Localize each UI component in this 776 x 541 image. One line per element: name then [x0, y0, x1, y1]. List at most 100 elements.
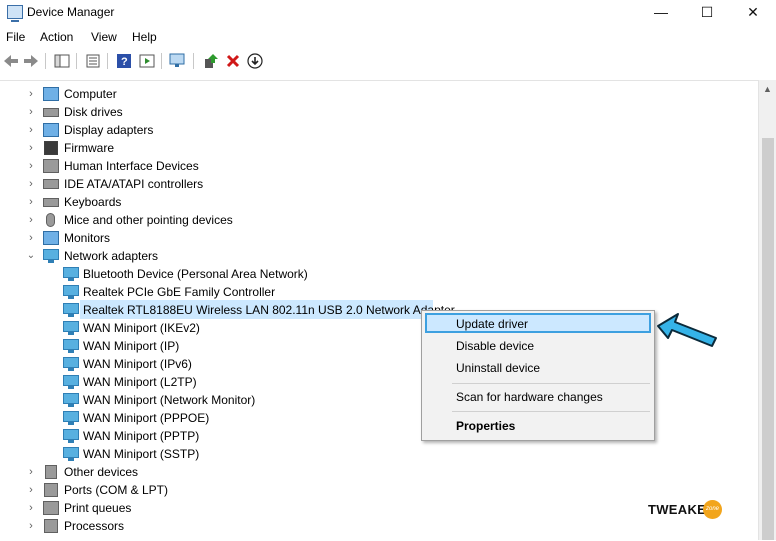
context-menu: Update driver Disable device Uninstall d… — [421, 310, 655, 441]
tree-category-computer[interactable]: › Computer — [0, 85, 400, 103]
tree-category-ports[interactable]: › Ports (COM & LPT) — [0, 481, 400, 499]
action-pane-icon[interactable] — [138, 52, 156, 70]
window-title: Device Manager — [27, 5, 115, 19]
tree-category-label: Firmware — [64, 141, 114, 155]
device-label: WAN Miniport (PPTP) — [83, 429, 200, 443]
menu-file[interactable]: File — [6, 30, 25, 44]
expand-arrow-icon[interactable]: › — [26, 157, 36, 175]
menu-update-driver[interactable]: Update driver — [422, 313, 654, 335]
tree-category-network-adapters[interactable]: ⌄ Network adapters — [0, 247, 400, 265]
tree-category-print-queues[interactable]: › Print queues — [0, 499, 400, 517]
tree-category-label: Network adapters — [64, 249, 159, 263]
expand-arrow-icon[interactable]: › — [26, 481, 36, 499]
mouse-icon — [46, 213, 55, 227]
network-adapter-item[interactable]: WAN Miniport (Network Monitor) — [0, 391, 420, 409]
tree-category-monitors[interactable]: › Monitors — [0, 229, 400, 247]
device-label: WAN Miniport (SSTP) — [83, 447, 200, 461]
device-label: Realtek RTL8188EU Wireless LAN 802.11n U… — [83, 303, 455, 317]
device-label: WAN Miniport (IP) — [83, 339, 180, 353]
network-adapter-icon — [63, 429, 79, 443]
menu-help[interactable]: Help — [132, 30, 157, 44]
network-adapter-item[interactable]: WAN Miniport (IKEv2) — [0, 319, 420, 337]
processor-icon — [44, 519, 58, 533]
collapse-arrow-icon[interactable]: ⌄ — [26, 247, 36, 265]
tree-category-hid[interactable]: › Human Interface Devices — [0, 157, 400, 175]
network-adapter-icon — [63, 321, 79, 335]
console-tree-icon[interactable] — [53, 52, 71, 70]
menu-action[interactable]: Action — [40, 30, 73, 44]
pointer-arrow-icon — [657, 313, 717, 347]
uninstall-icon[interactable] — [224, 52, 242, 70]
network-adapter-item[interactable]: Bluetooth Device (Personal Area Network) — [0, 265, 420, 283]
title-bar: Device Manager — ☐ ✕ — [0, 0, 776, 26]
ide-controller-icon — [43, 179, 59, 189]
help-icon[interactable]: ? — [115, 52, 133, 70]
network-adapter-item-selected[interactable]: Realtek RTL8188EU Wireless LAN 802.11n U… — [0, 301, 455, 319]
toolbar: ? — [0, 49, 776, 73]
network-adapter-item[interactable]: WAN Miniport (PPPOE) — [0, 409, 420, 427]
tree-category-ide[interactable]: › IDE ATA/ATAPI controllers — [0, 175, 400, 193]
tree-category-keyboards[interactable]: › Keyboards — [0, 193, 400, 211]
menu-view[interactable]: View — [91, 30, 117, 44]
expand-arrow-icon[interactable]: › — [26, 103, 36, 121]
menu-scan-hardware[interactable]: Scan for hardware changes — [422, 386, 654, 408]
network-adapter-item[interactable]: WAN Miniport (IPv6) — [0, 355, 420, 373]
tree-category-display-adapters[interactable]: › Display adapters — [0, 121, 400, 139]
network-adapter-item[interactable]: WAN Miniport (SSTP) — [0, 445, 420, 463]
menu-disable-device[interactable]: Disable device — [422, 335, 654, 357]
properties-icon[interactable] — [84, 52, 102, 70]
expand-arrow-icon[interactable]: › — [26, 139, 36, 157]
device-label: WAN Miniport (PPPOE) — [83, 411, 210, 425]
close-button[interactable]: ✕ — [730, 0, 776, 26]
expand-arrow-icon[interactable]: › — [26, 175, 36, 193]
back-icon[interactable] — [2, 52, 20, 70]
network-adapter-item[interactable]: Realtek PCIe GbE Family Controller — [0, 283, 420, 301]
expand-arrow-icon[interactable]: › — [26, 517, 36, 535]
network-adapter-icon — [63, 393, 79, 407]
expand-arrow-icon[interactable]: › — [26, 229, 36, 247]
menu-item-label: Properties — [456, 419, 516, 433]
device-label: WAN Miniport (L2TP) — [83, 375, 197, 389]
expand-arrow-icon[interactable]: › — [26, 85, 36, 103]
forward-icon[interactable] — [22, 52, 40, 70]
menu-uninstall-device[interactable]: Uninstall device — [422, 357, 654, 379]
vertical-scrollbar[interactable]: ▲ — [758, 80, 776, 540]
network-adapter-item[interactable]: WAN Miniport (IP) — [0, 337, 420, 355]
menu-properties[interactable]: Properties — [422, 415, 654, 437]
network-adapter-icon — [63, 357, 79, 371]
network-adapter-icon — [63, 339, 79, 353]
disk-drive-icon — [43, 108, 59, 117]
expand-arrow-icon[interactable]: › — [26, 499, 36, 517]
update-driver-icon[interactable] — [202, 52, 220, 70]
device-manager-icon — [7, 5, 23, 22]
tree-category-label: Display adapters — [64, 123, 154, 137]
expand-arrow-icon[interactable]: › — [26, 121, 36, 139]
tree-category-disk-drives[interactable]: › Disk drives — [0, 103, 400, 121]
download-icon[interactable] — [246, 52, 264, 70]
expand-arrow-icon[interactable]: › — [26, 193, 36, 211]
menu-item-label: Update driver — [456, 317, 529, 331]
network-adapter-item[interactable]: WAN Miniport (L2TP) — [0, 373, 420, 391]
network-adapter-item[interactable]: WAN Miniport (PPTP) — [0, 427, 420, 445]
menu-item-label: Disable device — [456, 339, 535, 353]
scan-hardware-icon[interactable] — [169, 52, 187, 70]
tree-category-other-devices[interactable]: › Other devices — [0, 463, 400, 481]
network-adapter-icon — [63, 411, 79, 425]
tree-category-label: Disk drives — [64, 105, 123, 119]
computer-icon — [43, 87, 59, 101]
tweaker-zone-logo: TWEAKER zone — [648, 500, 728, 520]
menu-separator — [452, 411, 650, 412]
expand-arrow-icon[interactable]: › — [26, 463, 36, 481]
minimize-button[interactable]: — — [638, 0, 684, 26]
menu-item-label: Scan for hardware changes — [456, 390, 603, 404]
expand-arrow-icon[interactable]: › — [26, 211, 36, 229]
tree-category-firmware[interactable]: › Firmware — [0, 139, 400, 157]
device-label: Bluetooth Device (Personal Area Network) — [83, 267, 308, 281]
tree-category-label: Human Interface Devices — [64, 159, 199, 173]
tree-category-processors[interactable]: › Processors — [0, 517, 400, 535]
maximize-button[interactable]: ☐ — [684, 0, 730, 26]
scroll-up-icon[interactable]: ▲ — [763, 84, 772, 94]
tree-category-mice[interactable]: › Mice and other pointing devices — [0, 211, 400, 229]
printer-icon — [43, 501, 59, 515]
scroll-thumb[interactable] — [762, 138, 774, 540]
